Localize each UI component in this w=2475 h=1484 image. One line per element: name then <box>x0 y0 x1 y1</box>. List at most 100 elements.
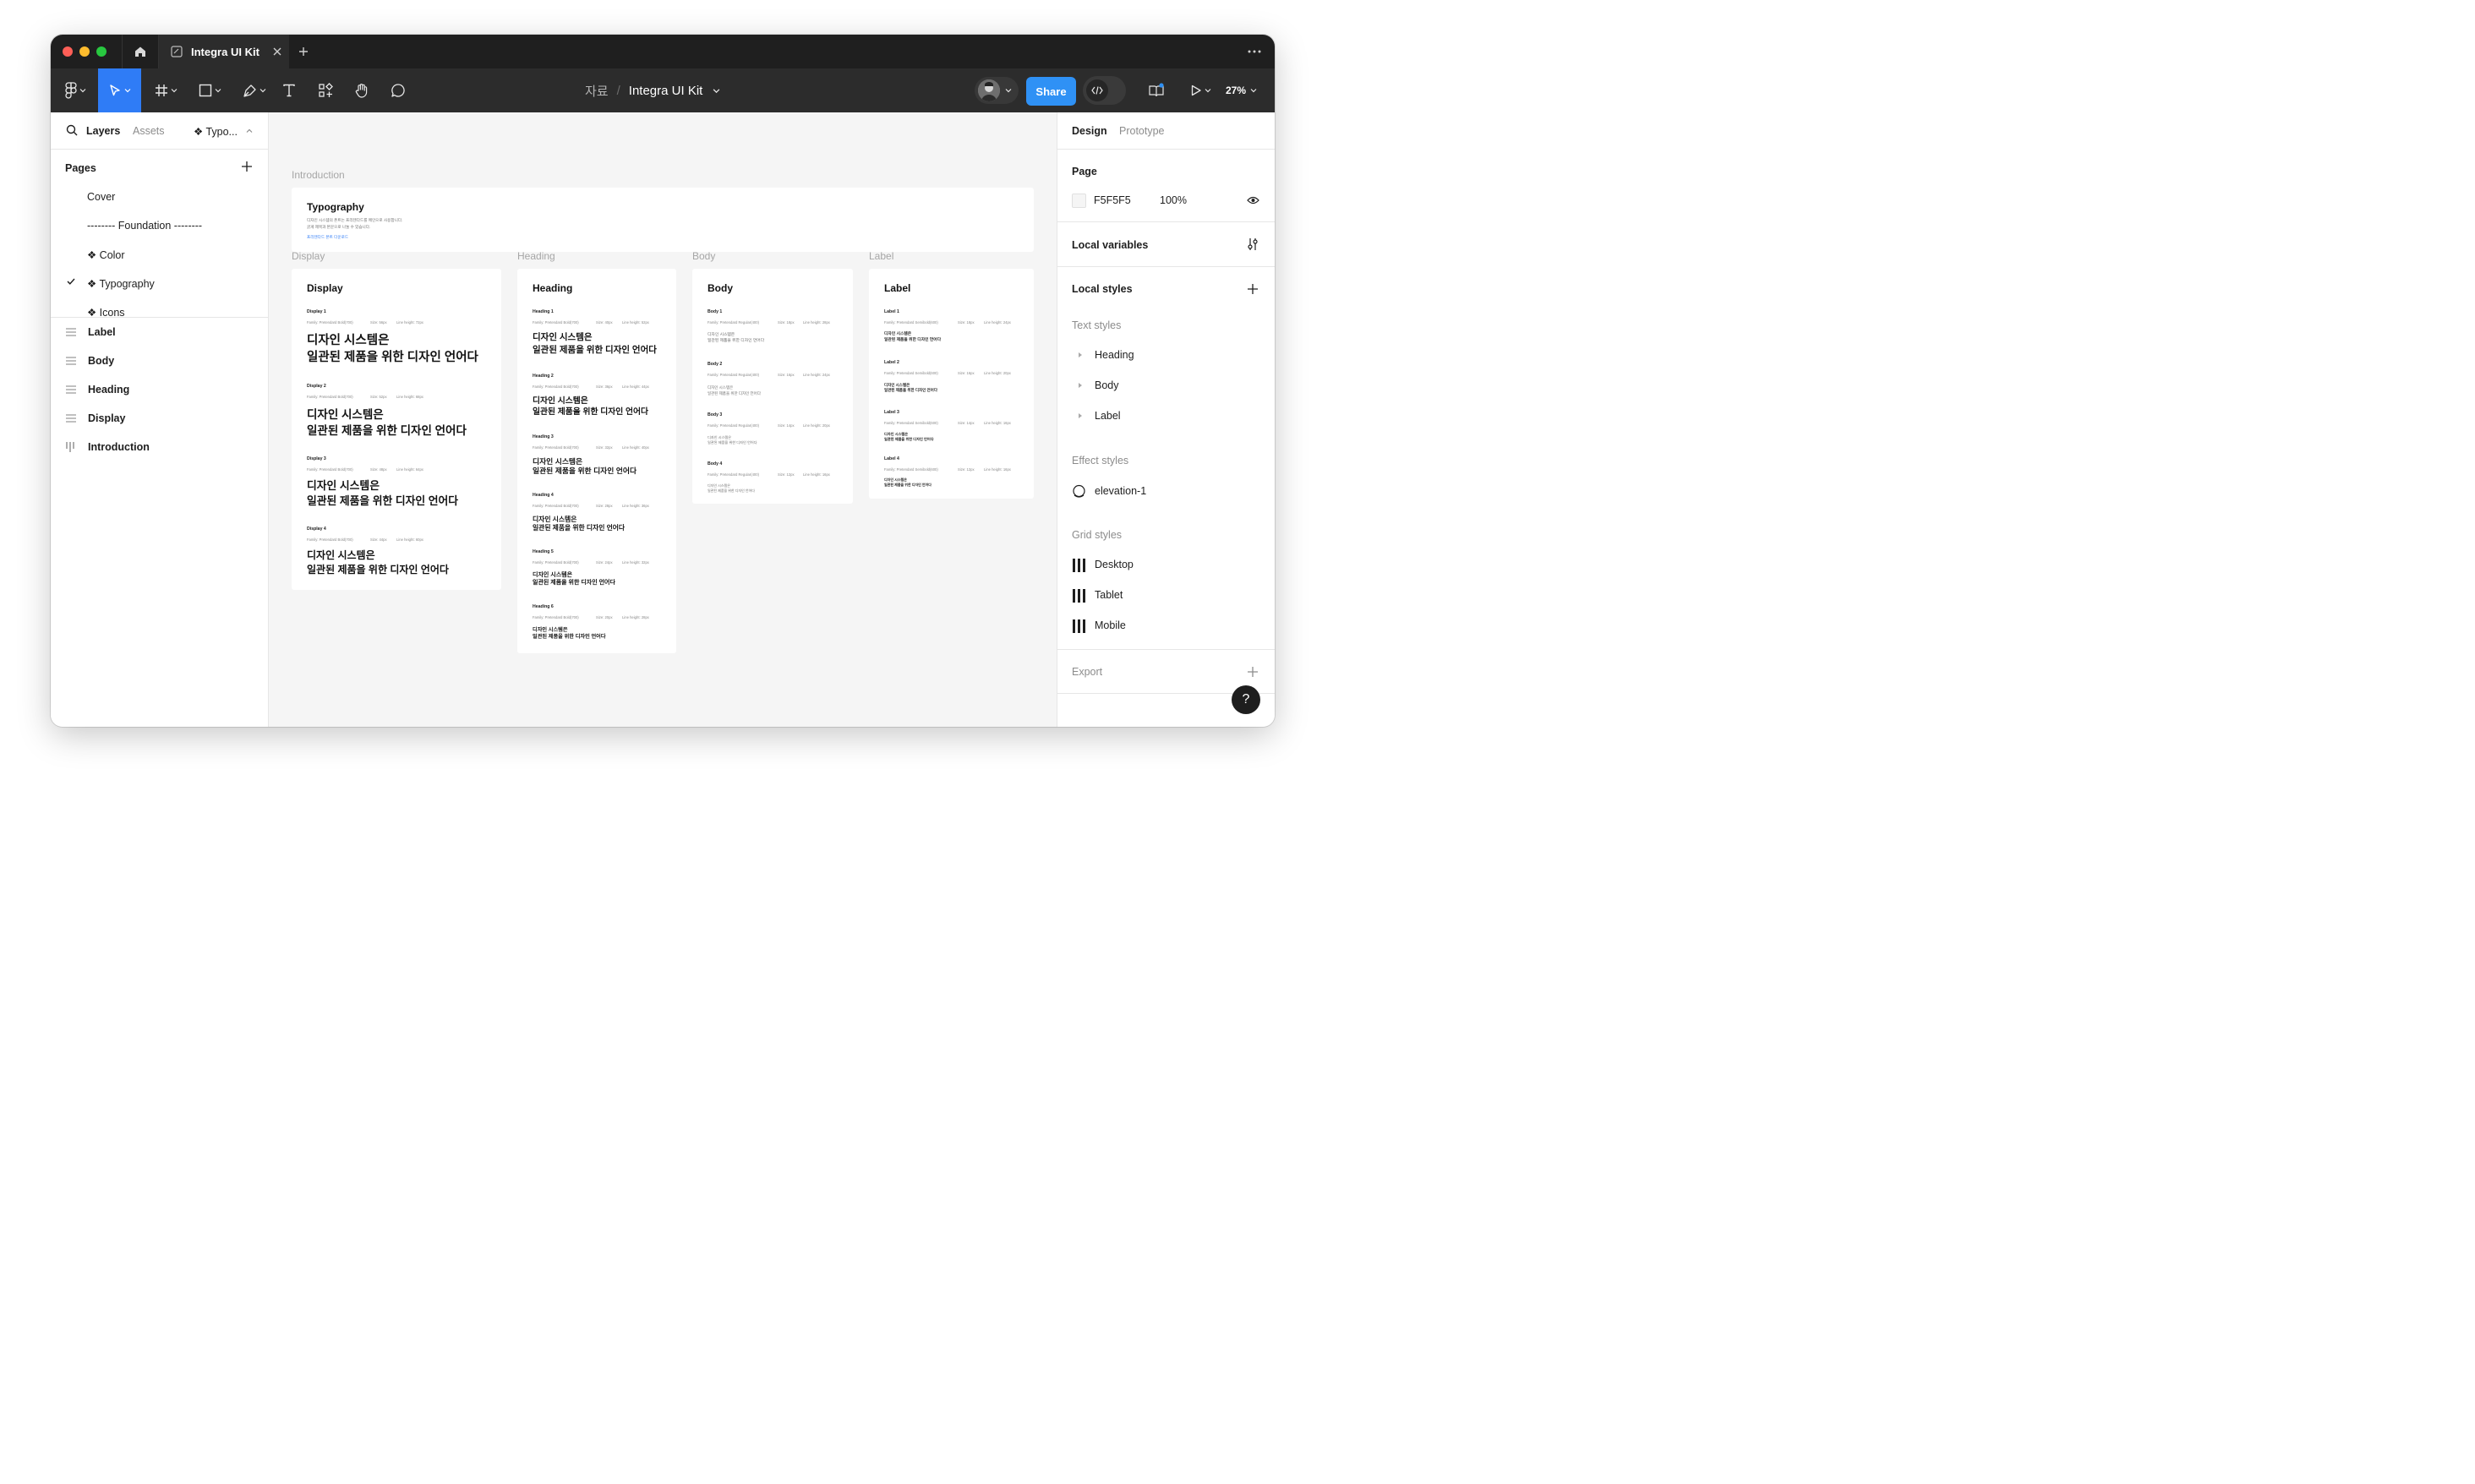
page-picker[interactable]: ❖ Typo... <box>194 125 238 138</box>
page-item-color[interactable]: ❖ Color <box>87 248 125 261</box>
eye-icon[interactable] <box>1247 196 1259 205</box>
local-styles-title: Local styles <box>1072 283 1133 295</box>
frame-introduction[interactable]: Typography 디자인 시스템의 폰트는 프리텐다드를 메인으로 사용합니… <box>292 188 1034 252</box>
spec-family: Family: Pretendard Bold(700) <box>533 504 579 508</box>
frame-label-body[interactable]: Body <box>692 250 715 262</box>
sample-line: 일관된 제품을 위한 디자인 언어다 <box>307 564 449 576</box>
frame-label-label[interactable]: Label <box>869 250 893 262</box>
tab-assets[interactable]: Assets <box>133 125 165 137</box>
spec-name: Label 2 <box>884 360 899 365</box>
dev-mode-toggle[interactable] <box>1083 76 1126 105</box>
spec-name: Body 4 <box>708 461 723 466</box>
spec-name: Heading 2 <box>533 374 554 379</box>
tab-layers[interactable]: Layers <box>86 125 120 137</box>
comment-tool-button[interactable] <box>388 68 408 112</box>
text-style-label[interactable]: Label <box>1095 410 1121 422</box>
grid-style-desktop[interactable]: Desktop <box>1095 559 1134 570</box>
breadcrumb-separator: / <box>616 83 620 98</box>
hand-tool-button[interactable] <box>352 68 372 112</box>
spec-size: Size: 32px <box>596 445 613 450</box>
chevron-down-icon[interactable] <box>713 87 720 95</box>
tab-prototype[interactable]: Prototype <box>1119 125 1165 137</box>
layer-item-body[interactable]: Body <box>66 352 114 369</box>
layer-item-introduction[interactable]: Introduction <box>66 439 150 456</box>
search-icon[interactable] <box>66 124 78 136</box>
layer-item-display[interactable]: Display <box>66 410 125 427</box>
add-export-icon[interactable] <box>1247 666 1259 678</box>
breadcrumb-project[interactable]: 자료 <box>585 82 609 100</box>
grid-style-mobile[interactable]: Mobile <box>1095 619 1126 631</box>
caret-right-icon[interactable] <box>1079 413 1082 418</box>
library-button[interactable] <box>1146 68 1166 112</box>
grid-style-tablet[interactable]: Tablet <box>1095 589 1123 601</box>
frame-display[interactable]: Display Display 1 Family: Pretendard Bol… <box>292 269 501 590</box>
sample-line: 일관된 제품을 위한 디자인 언어다 <box>533 524 626 532</box>
caret-right-icon[interactable] <box>1079 383 1082 388</box>
pages-heading: Pages <box>65 162 96 174</box>
file-tab[interactable]: Integra UI Kit <box>159 35 289 68</box>
effect-style-elevation-1[interactable]: elevation-1 <box>1095 485 1146 497</box>
frame-label-display[interactable]: Display <box>292 250 325 262</box>
main-menu-button[interactable] <box>56 68 95 112</box>
sample-line: 일관된 제품을 위한 디자인 언어다 <box>533 466 637 475</box>
chevron-down-icon <box>171 89 177 93</box>
text-tool-button[interactable] <box>279 68 299 112</box>
pen-tool-button[interactable] <box>235 68 274 112</box>
present-button[interactable] <box>1185 68 1216 112</box>
components-tool-button[interactable] <box>315 68 336 112</box>
layer-item-heading[interactable]: Heading <box>66 381 129 398</box>
page-item-foundation[interactable]: -------- Foundation -------- <box>87 220 202 232</box>
page-item-cover[interactable]: Cover <box>87 191 115 203</box>
sliders-icon[interactable] <box>1247 237 1259 251</box>
frame-label-heading[interactable]: Heading <box>517 250 555 262</box>
pages-layers-divider[interactable] <box>51 317 269 318</box>
multiplayer-avatar-button[interactable] <box>975 77 1019 104</box>
spec-size: Size: 28px <box>596 504 613 508</box>
page-color-hex[interactable]: F5F5F5 <box>1094 194 1131 206</box>
close-tab-icon[interactable] <box>273 47 281 56</box>
more-horizontal-icon <box>1248 50 1261 53</box>
spec-line-height: Line height: 72px <box>396 320 423 325</box>
shape-tool-button[interactable] <box>190 68 229 112</box>
page-color-swatch[interactable] <box>1072 194 1086 208</box>
home-button[interactable] <box>123 35 157 68</box>
local-variables-title[interactable]: Local variables <box>1072 239 1148 251</box>
spec-family: Family: Pretendard Semibold(600) <box>884 320 938 325</box>
canvas[interactable]: Introduction Typography 디자인 시스템의 폰트는 프리텐… <box>269 112 1057 727</box>
zoom-window-button[interactable] <box>96 46 107 57</box>
frame-label[interactable]: Label Label 1 Family: Pretendard Semibol… <box>869 269 1034 499</box>
sample-line: 일관된 제품을 위한 디자인 언어다 <box>533 580 615 586</box>
page-color-opacity[interactable]: 100% <box>1160 194 1187 206</box>
minimize-window-button[interactable] <box>79 46 90 57</box>
close-window-button[interactable] <box>63 46 73 57</box>
share-button[interactable]: Share <box>1026 77 1076 106</box>
layer-item-label[interactable]: Label <box>66 324 116 341</box>
frame-heading[interactable]: Heading Heading 1 Family: Pretendard Bol… <box>517 269 676 653</box>
spec-size: Size: 14px <box>778 423 795 428</box>
page-item-typography[interactable]: ❖ Typography <box>87 277 155 290</box>
frame-tool-button[interactable] <box>146 68 185 112</box>
add-page-icon[interactable] <box>240 160 254 173</box>
help-button[interactable]: ? <box>1232 685 1260 714</box>
tab-design[interactable]: Design <box>1072 125 1107 137</box>
add-style-icon[interactable] <box>1247 283 1259 295</box>
spec-size: Size: 16px <box>958 371 975 375</box>
chevron-up-icon[interactable] <box>246 128 253 134</box>
zoom-dropdown[interactable]: 27% <box>1226 68 1257 112</box>
layer-label: Body <box>88 355 115 367</box>
text-style-heading[interactable]: Heading <box>1095 349 1134 361</box>
hand-icon <box>355 84 368 98</box>
spec-name: Heading 1 <box>533 309 554 314</box>
caret-right-icon[interactable] <box>1079 352 1082 357</box>
frame-body[interactable]: Body Body 1 Family: Pretendard Regular(4… <box>692 269 853 504</box>
text-style-body[interactable]: Body <box>1095 379 1119 391</box>
spec-family: Family: Pretendard Regular(400) <box>708 373 759 377</box>
move-tool-button[interactable] <box>98 68 141 112</box>
more-menu-button[interactable] <box>1239 35 1270 68</box>
spec-family: Family: Pretendard Bold(700) <box>307 320 353 325</box>
intro-download-link[interactable]: 프리텐다드 폰트 다운로드 <box>307 234 348 241</box>
breadcrumb-file-name[interactable]: Integra UI Kit <box>629 84 703 98</box>
frame-label-introduction[interactable]: Introduction <box>292 169 345 181</box>
new-tab-button[interactable] <box>291 35 316 68</box>
rectangle-icon <box>199 84 211 97</box>
